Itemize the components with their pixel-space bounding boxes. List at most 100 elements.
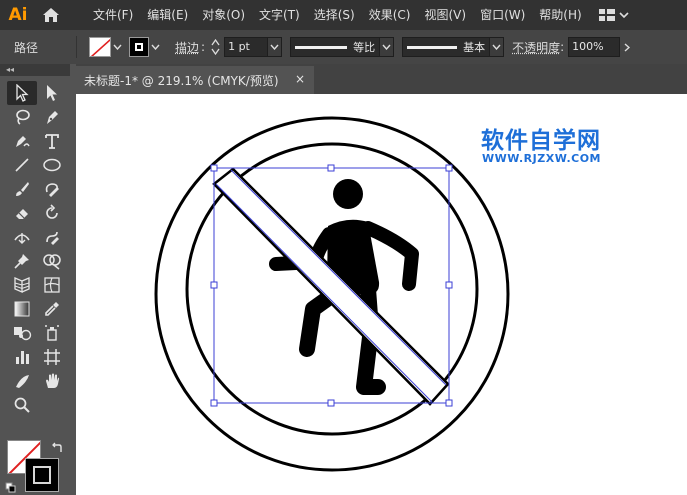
mesh-tool[interactable] bbox=[37, 273, 67, 297]
curvature-pen-icon bbox=[16, 136, 30, 147]
brush-definition[interactable]: 基本 bbox=[402, 37, 491, 57]
artboard-icon bbox=[44, 349, 60, 365]
shape-builder-tool[interactable] bbox=[37, 249, 67, 273]
bar-graph-icon bbox=[16, 351, 29, 364]
panel-collapse-button[interactable]: ◂◂ bbox=[0, 64, 70, 76]
workspace-grid-icon bbox=[598, 9, 615, 21]
default-colors-icon[interactable] bbox=[5, 482, 17, 494]
close-icon[interactable]: × bbox=[295, 72, 305, 86]
chevron-down-icon[interactable] bbox=[111, 37, 123, 57]
ellipse-tool[interactable] bbox=[37, 153, 67, 177]
swap-colors-icon[interactable] bbox=[51, 442, 63, 454]
selection-type-label: 路径 bbox=[14, 40, 39, 55]
artboard-tool[interactable] bbox=[37, 345, 67, 369]
line-tool[interactable] bbox=[7, 153, 37, 177]
warp-icon bbox=[46, 231, 59, 245]
menu-object[interactable]: 对象(O) bbox=[195, 0, 252, 30]
document-tab-title: 未标题-1* @ 219.1% (CMYK/预览) bbox=[84, 73, 279, 88]
document-tab[interactable]: 未标题-1* @ 219.1% (CMYK/预览) × bbox=[76, 66, 314, 94]
line-segment-icon bbox=[15, 158, 29, 172]
artboard-canvas[interactable]: 软件自学网 WWW.RJZXW.COM bbox=[76, 94, 687, 495]
column-graph-tool[interactable] bbox=[7, 345, 37, 369]
stroke-weight-input[interactable]: 1 pt bbox=[224, 37, 269, 57]
tool-grid bbox=[7, 81, 70, 417]
menu-items: 文件(F) 编辑(E) 对象(O) 文字(T) 选择(S) 效果(C) 视图(V… bbox=[86, 0, 589, 30]
watermark-title: 软件自学网 bbox=[481, 128, 601, 154]
stroke-label[interactable]: 描边 bbox=[175, 39, 199, 56]
slice-tool[interactable] bbox=[7, 369, 37, 393]
stroke-swatch[interactable] bbox=[129, 37, 150, 57]
brush-line bbox=[407, 45, 458, 49]
watermark-url: WWW.RJZXW.COM bbox=[482, 152, 601, 165]
chevron-down-icon[interactable] bbox=[490, 37, 505, 57]
chevron-right-icon[interactable] bbox=[620, 37, 634, 57]
profile-label: 等比 bbox=[353, 41, 376, 54]
fill-swatch[interactable] bbox=[89, 37, 112, 57]
variable-width-profile[interactable]: 等比 bbox=[290, 37, 381, 57]
eraser-tool[interactable] bbox=[7, 201, 37, 225]
control-bar: 路径 描边 : 1 pt 等比 基本 不透明度: 100% bbox=[0, 30, 687, 64]
shaper-tool[interactable] bbox=[37, 177, 67, 201]
selection-arrow-icon bbox=[16, 84, 29, 102]
knife-icon bbox=[16, 375, 29, 388]
blend-icon bbox=[14, 327, 32, 341]
menu-window[interactable]: 窗口(W) bbox=[473, 0, 532, 30]
gradient-icon bbox=[14, 301, 30, 317]
menu-help[interactable]: 帮助(H) bbox=[532, 0, 588, 30]
direct-selection-arrow-icon bbox=[47, 85, 57, 101]
profile-line bbox=[295, 45, 348, 49]
zoom-tool[interactable] bbox=[7, 393, 37, 417]
menu-view[interactable]: 视图(V) bbox=[417, 0, 473, 30]
paintbrush-icon bbox=[16, 182, 29, 196]
chevron-down-icon[interactable] bbox=[380, 37, 395, 57]
paintbrush-tool[interactable] bbox=[7, 177, 37, 201]
mesh-icon bbox=[44, 277, 60, 293]
lasso-tool[interactable] bbox=[7, 105, 37, 129]
document-tab-bar: 未标题-1* @ 219.1% (CMYK/预览) × bbox=[76, 64, 687, 94]
menu-file[interactable]: 文件(F) bbox=[86, 0, 140, 30]
tools-panel: ◂◂ bbox=[0, 64, 70, 495]
symbol-sprayer-tool[interactable] bbox=[37, 321, 67, 345]
lasso-icon bbox=[16, 109, 30, 125]
pen-tool[interactable] bbox=[37, 105, 67, 129]
pin-icon bbox=[14, 254, 29, 269]
opacity-input[interactable]: 100% bbox=[568, 37, 621, 57]
hand-icon bbox=[46, 373, 59, 388]
opacity-label[interactable]: 不透明度 bbox=[512, 39, 560, 56]
warp-tool[interactable] bbox=[37, 225, 67, 249]
curvature-tool[interactable] bbox=[7, 129, 37, 153]
brush-label: 基本 bbox=[463, 41, 486, 54]
magnifier-icon bbox=[14, 397, 30, 413]
menu-bar: Ai 文件(F) 编辑(E) 对象(O) 文字(T) 选择(S) 效果(C) 视… bbox=[0, 0, 687, 30]
type-tool[interactable] bbox=[37, 129, 67, 153]
ellipse-icon bbox=[43, 158, 61, 172]
home-icon[interactable] bbox=[36, 0, 66, 30]
menu-select[interactable]: 选择(S) bbox=[307, 0, 362, 30]
pen-icon bbox=[47, 111, 58, 124]
menu-type[interactable]: 文字(T) bbox=[252, 0, 307, 30]
type-icon bbox=[45, 134, 59, 149]
puppet-warp-tool[interactable] bbox=[7, 249, 37, 273]
eraser-icon bbox=[16, 209, 28, 219]
direct-selection-tool[interactable] bbox=[37, 81, 67, 105]
hand-tool[interactable] bbox=[37, 369, 67, 393]
blend-tool[interactable] bbox=[7, 321, 37, 345]
workspace-switcher[interactable] bbox=[598, 9, 629, 21]
menu-edit[interactable]: 编辑(E) bbox=[140, 0, 195, 30]
chevron-down-icon[interactable] bbox=[149, 37, 161, 57]
stroke-weight-stepper[interactable] bbox=[211, 39, 220, 55]
stroke-color-swatch[interactable] bbox=[25, 458, 59, 492]
perspective-grid-tool[interactable] bbox=[7, 273, 37, 297]
width-tool[interactable] bbox=[7, 225, 37, 249]
gradient-tool[interactable] bbox=[7, 297, 37, 321]
menu-effect[interactable]: 效果(C) bbox=[362, 0, 418, 30]
eyedropper-icon bbox=[45, 302, 59, 316]
shaper-icon bbox=[45, 183, 59, 197]
chevron-down-icon[interactable] bbox=[268, 37, 283, 57]
selection-tool[interactable] bbox=[7, 81, 37, 105]
illustrator-window: Ai 文件(F) 编辑(E) 对象(O) 文字(T) 选择(S) 效果(C) 视… bbox=[0, 0, 687, 495]
rotate-tool[interactable] bbox=[37, 201, 67, 225]
fill-stroke-widget bbox=[5, 438, 65, 493]
eyedropper-tool[interactable] bbox=[37, 297, 67, 321]
shape-builder-icon bbox=[43, 254, 61, 270]
